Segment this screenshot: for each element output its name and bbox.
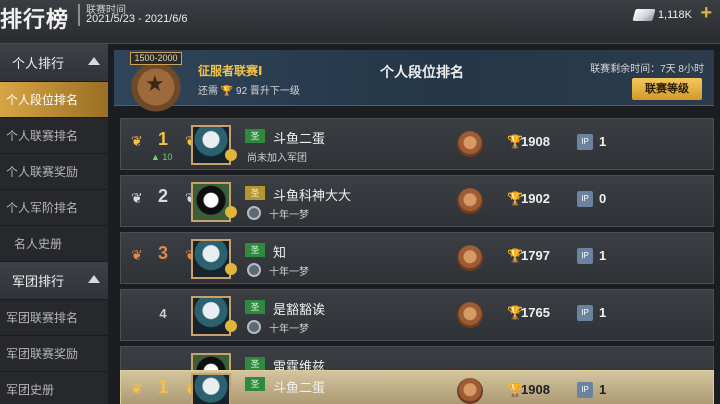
league-level-button[interactable]: 联赛等级	[632, 78, 702, 100]
ranking-row[interactable]: ❦ 1 ❦ ▲ 10 圣 斗鱼二蛋 尚未加入军团 🏆 1908 IP 1	[120, 118, 714, 170]
group-label: 个人排行	[12, 56, 65, 71]
sidebar-item-legion-league-reward[interactable]: 军团联赛奖励	[0, 336, 108, 372]
guild-name: 十年一梦	[269, 267, 309, 278]
score: 1765	[521, 305, 550, 320]
caret-up-icon	[88, 57, 100, 65]
rank-change: ▲ 10	[151, 152, 173, 162]
sidebar-group-legion[interactable]: 军团排行	[0, 262, 108, 300]
level-badge-icon	[225, 320, 237, 332]
rank-badge-icon: 1500-2000 ★	[126, 52, 186, 114]
avatar[interactable]	[191, 182, 231, 222]
rank-medal-icon	[457, 302, 483, 328]
section-title: 个人段位排名	[380, 64, 464, 80]
score: 1902	[521, 191, 550, 206]
add-currency-button[interactable]: +	[700, 2, 712, 25]
rank-number: 2	[157, 186, 168, 206]
guild-emblem-icon	[247, 320, 261, 334]
guild-name: 十年一梦	[269, 324, 309, 335]
ranking-row[interactable]: ❦ 3 ❦ 圣 知 十年一梦 🏆 1797 IP 1	[120, 232, 714, 284]
level-badge-icon	[225, 263, 237, 275]
player-name: 斗鱼科神大大	[273, 188, 352, 203]
sidebar: 个人排行 个人段位排名 个人联赛排名 个人联赛奖励 个人军阶排名 名人史册 军团…	[0, 44, 108, 404]
sidebar-item-personal-league-rank[interactable]: 个人联赛排名	[0, 118, 108, 154]
ranking-row[interactable]: 4 圣 是豁豁诶 十年一梦 🏆 1765 IP 1	[120, 289, 714, 341]
hint-prefix: 还需	[198, 86, 218, 97]
league-date: 2021/5/23 - 2021/6/6	[86, 13, 188, 25]
ip-value: 0	[599, 191, 607, 206]
player-name: 斗鱼二蛋	[273, 131, 326, 146]
avatar[interactable]	[191, 125, 231, 165]
group-label: 军团排行	[12, 274, 65, 289]
trophy-icon: 🏆	[220, 86, 234, 97]
level-badge-icon	[225, 149, 237, 161]
rank-number: 4	[159, 306, 167, 321]
avatar[interactable]	[191, 373, 231, 404]
ip-value: 1	[599, 382, 607, 397]
sidebar-group-personal[interactable]: 个人排行	[0, 44, 108, 82]
caret-up-icon	[88, 275, 100, 283]
star-icon: ★	[145, 71, 165, 96]
sidebar-item-hall-of-fame[interactable]: 名人史册	[0, 226, 108, 262]
player-name: 知	[273, 245, 287, 260]
divider	[78, 4, 80, 26]
score: 1908	[521, 382, 550, 397]
rank-range: 1500-2000	[130, 52, 182, 65]
level-badge-icon	[225, 206, 237, 218]
currency-display: 1,118K	[632, 7, 692, 23]
ranking-list: ❦ 1 ❦ ▲ 10 圣 斗鱼二蛋 尚未加入军团 🏆 1908 IP 1 ❦ 2…	[120, 118, 714, 403]
page-title: 排行榜	[0, 7, 70, 32]
ip-value: 1	[599, 134, 607, 149]
avatar[interactable]	[191, 239, 231, 279]
rank-number: 1	[157, 377, 168, 397]
score: 1908	[521, 134, 550, 149]
flag-icon: 圣	[245, 357, 265, 371]
ip-icon: IP	[577, 134, 593, 150]
promotion-hint: 还需 🏆 92 晋升下一级	[198, 82, 300, 97]
self-rank-row[interactable]: ❦ 1 ❦ 圣 斗鱼二蛋 🏆 1908 IP 1	[120, 370, 714, 404]
sidebar-item-personal-league-reward[interactable]: 个人联赛奖励	[0, 154, 108, 190]
sidebar-item-legion-league-rank[interactable]: 军团联赛排名	[0, 300, 108, 336]
rank-number: 3	[157, 243, 168, 263]
rank-number: 1	[157, 129, 168, 149]
guild-emblem-icon	[247, 263, 261, 277]
player-name: 是豁豁诶	[273, 302, 326, 317]
sidebar-item-personal-military-rank[interactable]: 个人军阶排名	[0, 190, 108, 226]
flag-icon: 圣	[245, 186, 265, 200]
league-title: 征服者联赛Ⅰ	[198, 64, 263, 78]
rank-medal-icon	[457, 378, 483, 404]
ip-icon: IP	[577, 305, 593, 321]
guild-emblem-icon	[247, 206, 261, 220]
currency-amount: 1,118K	[657, 9, 692, 21]
flag-icon: 圣	[245, 243, 265, 257]
top-bar: 排行榜 联赛时间 2021/5/23 - 2021/6/6 1,118K +	[0, 0, 720, 44]
avatar[interactable]	[191, 296, 231, 336]
ip-icon: IP	[577, 248, 593, 264]
main-panel: 1500-2000 ★ 征服者联赛Ⅰ 还需 🏆 92 晋升下一级 个人段位排名 …	[108, 44, 720, 404]
guild-name: 十年一梦	[269, 210, 309, 221]
ip-icon: IP	[577, 382, 593, 398]
ip-value: 1	[599, 248, 607, 263]
hint-points: 92	[236, 86, 248, 97]
score: 1797	[521, 248, 550, 263]
rank-medal-icon	[457, 188, 483, 214]
flag-icon: 圣	[245, 129, 265, 143]
sidebar-item-legion-history[interactable]: 军团史册	[0, 372, 108, 404]
hint-suffix: 晋升下一级	[249, 86, 300, 97]
ip-value: 1	[599, 305, 607, 320]
flag-icon: 圣	[245, 300, 265, 314]
ip-icon: IP	[577, 191, 593, 207]
flag-icon: 圣	[245, 377, 265, 391]
rank-medal-icon	[457, 245, 483, 271]
coin-icon	[632, 9, 656, 21]
player-name: 斗鱼二蛋	[273, 380, 326, 395]
rank-medal-icon	[457, 131, 483, 157]
ranking-row[interactable]: ❦ 2 ❦ 圣 斗鱼科神大大 十年一梦 🏆 1902 IP 0	[120, 175, 714, 227]
guild-name: 尚未加入军团	[247, 153, 307, 164]
league-banner: 1500-2000 ★ 征服者联赛Ⅰ 还需 🏆 92 晋升下一级 个人段位排名 …	[114, 50, 714, 114]
sidebar-item-personal-rank[interactable]: 个人段位排名	[0, 82, 108, 118]
remaining-time: 联赛剩余时间：7天 8小时	[590, 64, 704, 75]
